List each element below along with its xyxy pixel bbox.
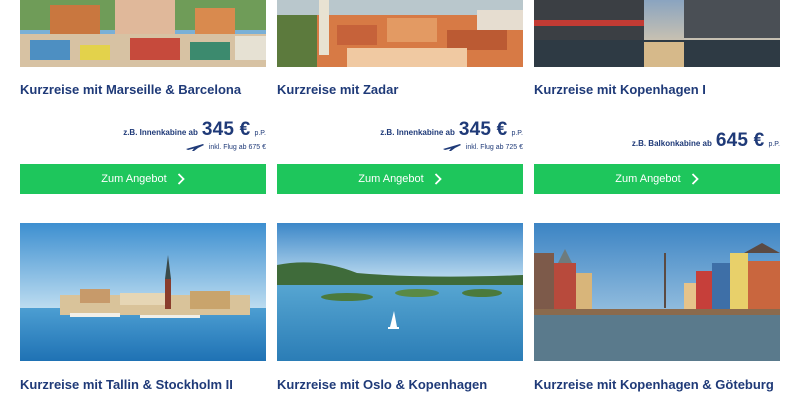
offer-title[interactable]: Kurzreise mit Tallin & Stockholm II xyxy=(20,377,233,392)
kopenhagen-harbour-image xyxy=(534,0,780,67)
offer-card-oslo-kopenhagen: Kurzreise mit Oslo & Kopenhagen xyxy=(277,223,523,392)
offer-title[interactable]: Kurzreise mit Zadar xyxy=(277,82,398,97)
price-block: z.B. Balkonkabine ab 645 € p.P. xyxy=(632,130,780,152)
per-person-label: p.P. xyxy=(511,130,523,137)
flight-price-text: inkl. Flug ab 675 € xyxy=(208,143,266,151)
cabin-prefix: z.B. Innenkabine ab xyxy=(380,128,455,137)
offer-card-kopenhagen-1: Kurzreise mit Kopenhagen I z.B. Balkonka… xyxy=(534,0,780,194)
view-offer-button[interactable]: Zum Angebot xyxy=(534,164,780,194)
offer-title[interactable]: Kurzreise mit Oslo & Kopenhagen xyxy=(277,377,487,392)
view-offer-label: Zum Angebot xyxy=(101,173,167,185)
offer-image-kopenhagen[interactable] xyxy=(534,0,780,67)
offer-image-nyhavn[interactable] xyxy=(534,223,780,361)
per-person-label: p.P. xyxy=(768,141,780,148)
view-offer-button[interactable]: Zum Angebot xyxy=(277,164,523,194)
offer-card-kopenhagen-goeteburg: Kurzreise mit Kopenhagen & Göteburg xyxy=(534,223,780,392)
price-amount: 345 € xyxy=(201,119,251,140)
offer-card-marseille-barcelona: Kurzreise mit Marseille & Barcelona z.B.… xyxy=(20,0,266,194)
oslo-fjord-image xyxy=(277,223,523,361)
offer-image-barcelona[interactable] xyxy=(20,0,266,67)
flight-info: inkl. Flug ab 725 € xyxy=(442,142,523,152)
view-offer-label: Zum Angebot xyxy=(615,173,681,185)
chevron-right-icon xyxy=(177,173,185,185)
cabin-prefix: z.B. Innenkabine ab xyxy=(123,128,198,137)
price-amount: 645 € xyxy=(715,130,765,151)
plane-icon xyxy=(442,144,461,151)
chevron-right-icon xyxy=(691,173,699,185)
offer-card-zadar: Kurzreise mit Zadar z.B. Innenkabine ab … xyxy=(277,0,523,194)
price-amount: 345 € xyxy=(458,119,508,140)
offer-title[interactable]: Kurzreise mit Marseille & Barcelona xyxy=(20,82,241,97)
offer-title[interactable]: Kurzreise mit Kopenhagen I xyxy=(534,82,706,97)
flight-info: inkl. Flug ab 675 € xyxy=(185,142,266,152)
view-offer-label: Zum Angebot xyxy=(358,173,424,185)
chevron-right-icon xyxy=(434,173,442,185)
flight-price-text: inkl. Flug ab 725 € xyxy=(465,143,523,151)
barcelona-park-image xyxy=(20,0,266,67)
offer-image-zadar[interactable] xyxy=(277,0,523,67)
offer-image-oslo[interactable] xyxy=(277,223,523,361)
nyhavn-canal-image xyxy=(534,223,780,361)
cabin-prefix: z.B. Balkonkabine ab xyxy=(631,139,712,148)
zadar-rooftops-image xyxy=(277,0,523,67)
offer-card-tallin-stockholm: Kurzreise mit Tallin & Stockholm II xyxy=(20,223,266,392)
plane-icon xyxy=(185,144,204,151)
price-block: z.B. Innenkabine ab 345 € p.P. xyxy=(380,119,523,141)
per-person-label: p.P. xyxy=(254,130,266,137)
price-block: z.B. Innenkabine ab 345 € p.P. xyxy=(123,119,266,141)
offer-image-stockholm[interactable] xyxy=(20,223,266,361)
offer-title[interactable]: Kurzreise mit Kopenhagen & Göteburg xyxy=(534,377,774,392)
view-offer-button[interactable]: Zum Angebot xyxy=(20,164,266,194)
stockholm-waterfront-image xyxy=(20,223,266,361)
